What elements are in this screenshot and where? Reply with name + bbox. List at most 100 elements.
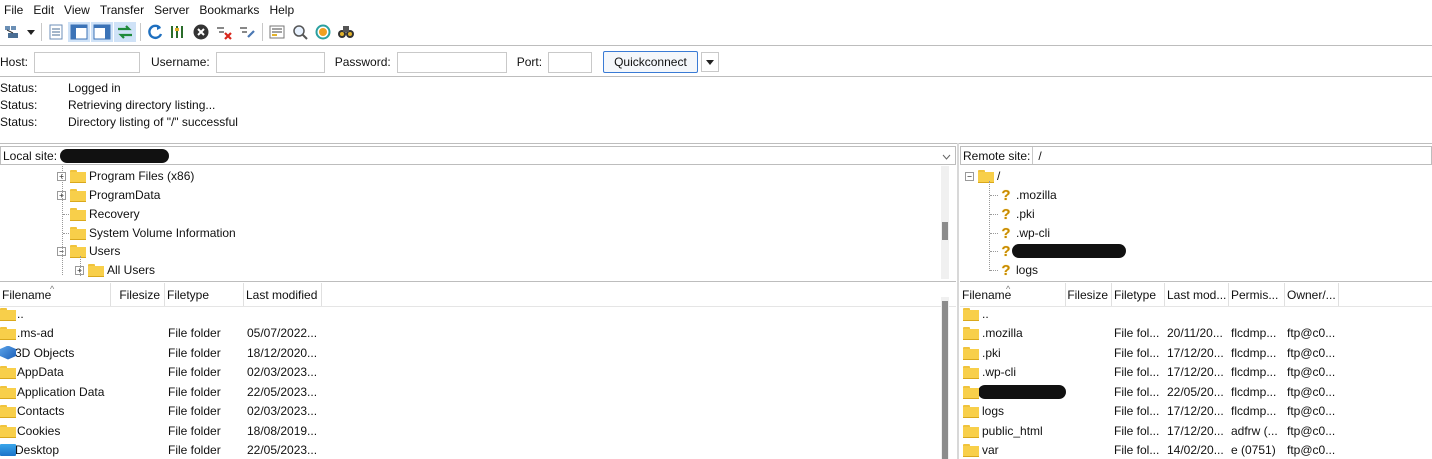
tree-item[interactable]: ? logs (998, 261, 1038, 279)
cell-owner: ftp@c0... (1287, 326, 1336, 340)
column-header-last-modified[interactable]: Last modified (244, 283, 322, 306)
table-row[interactable]: .wp-cli File fol... 17/12/20... flcdmp... ft… (960, 363, 1430, 382)
divider (960, 281, 1432, 282)
tree-item[interactable]: ? .mozilla (998, 186, 1056, 204)
cell-last-modified: 14/02/20... (1167, 443, 1224, 457)
menu-transfer[interactable]: Transfer (100, 3, 150, 17)
port-label: Port: (516, 55, 543, 69)
scrollbar-thumb[interactable] (942, 222, 948, 240)
expand-icon[interactable]: + (57, 190, 66, 200)
table-row[interactable]: .ms-ad File folder 05/07/2022... (0, 324, 940, 343)
table-row[interactable]: Contacts File folder 02/03/2023... (0, 402, 940, 421)
table-row[interactable]: .pki File fol... 17/12/20... flcdmp... ftp@c… (960, 343, 1430, 362)
sort-ascending-icon: ^ (50, 284, 55, 294)
table-row[interactable]: public_html File fol... 17/12/20... adfrw (… (960, 421, 1430, 440)
filename-text: Application Data (17, 384, 105, 399)
site-manager-icon[interactable] (2, 22, 24, 42)
column-header-permissions[interactable]: Permis... (1229, 283, 1285, 306)
desktop-icon (0, 444, 16, 456)
column-header-filename[interactable]: Filename ^ (0, 283, 111, 306)
tree-item[interactable]: − Users (57, 242, 120, 260)
table-row[interactable]: Cookies File folder 18/08/2019... (0, 421, 940, 440)
quickconnect-button[interactable]: Quickconnect (603, 51, 698, 73)
disconnect-icon[interactable] (213, 22, 235, 42)
column-header-filename[interactable]: Filename ^ (960, 283, 1066, 306)
cell-filetype: File fol... (1114, 384, 1160, 399)
tree-item[interactable]: + All Users (75, 261, 155, 279)
filename-text: var (982, 443, 999, 457)
dropdown-arrow-icon[interactable] (25, 22, 37, 42)
column-header-last-modified[interactable]: Last mod... (1165, 283, 1229, 306)
toggle-message-log-icon[interactable] (45, 22, 67, 42)
column-header-filetype[interactable]: Filetype (165, 283, 244, 306)
column-header-owner[interactable]: Owner/... (1285, 283, 1339, 306)
cell-filetype: File folder (168, 443, 221, 457)
tree-item[interactable]: System Volume Information (70, 224, 236, 242)
collapse-icon[interactable]: − (965, 171, 974, 181)
menu-edit[interactable]: Edit (33, 3, 60, 17)
table-row[interactable]: 3D Objects File folder 18/12/2020... (0, 343, 940, 362)
tree-item[interactable]: ? .pki (998, 205, 1034, 223)
table-row[interactable]: logs File fol... 17/12/20... flcdmp... ftp@c… (960, 402, 1430, 421)
toggle-transfer-queue-icon[interactable] (114, 22, 136, 42)
menu-help[interactable]: Help (269, 3, 300, 17)
cell-filetype: File folder (168, 326, 221, 340)
filename-text: 3D Objects (15, 345, 75, 360)
menu-file[interactable]: File (4, 3, 29, 17)
pane-splitter[interactable] (957, 143, 959, 459)
table-row[interactable]: .. (0, 304, 940, 323)
toggle-remote-tree-icon[interactable] (91, 22, 113, 42)
table-row[interactable]: AppData File folder 02/03/2023... (0, 363, 940, 382)
local-tree-scrollbar[interactable] (941, 166, 949, 279)
table-row[interactable]: Desktop File folder 22/05/2023... (0, 441, 940, 459)
chevron-down-icon[interactable] (939, 149, 953, 163)
menu-bookmarks[interactable]: Bookmarks (199, 3, 265, 17)
cell-filename: logs (960, 404, 1112, 418)
tree-item[interactable]: ? .wp-cli (998, 224, 1050, 242)
tree-item[interactable]: Recovery (70, 205, 140, 223)
compare-icon[interactable] (312, 22, 334, 42)
menu-server[interactable]: Server (154, 3, 195, 17)
column-header-filetype[interactable]: Filetype (1112, 283, 1165, 306)
column-header-filesize[interactable]: Filesize (111, 283, 165, 306)
cancel-icon[interactable] (190, 22, 212, 42)
filename-text: .ms-ad (17, 326, 54, 340)
search-icon[interactable] (289, 22, 311, 42)
tree-item[interactable]: ? (998, 242, 1126, 260)
table-row[interactable]: .. (960, 304, 1430, 323)
username-input[interactable] (215, 51, 325, 73)
cell-last-modified: 02/03/2023... (247, 404, 318, 418)
tree-item[interactable]: + ProgramData (57, 186, 160, 204)
tree-item-label: All Users (107, 263, 156, 277)
cell-filetype: File fol... (1114, 423, 1160, 438)
find-icon[interactable] (335, 22, 357, 42)
folder-icon (0, 385, 16, 399)
queue-icon[interactable] (266, 22, 288, 42)
password-input[interactable] (396, 51, 507, 73)
tree-guide (990, 195, 998, 196)
tree-item[interactable]: + Program Files (x86) (57, 167, 194, 185)
tree-item-label: Users (89, 244, 121, 258)
table-row[interactable]: .mozilla File fol... 20/11/20... flcdmp... f… (960, 324, 1430, 343)
table-row[interactable]: var File fol... 14/02/20... e (0751) ftp@c0.… (960, 441, 1430, 459)
collapse-icon[interactable]: − (57, 246, 66, 256)
table-row[interactable]: Application Data File folder 22/05/2023... (0, 382, 940, 401)
toggle-local-tree-icon[interactable] (68, 22, 90, 42)
host-input[interactable] (34, 51, 141, 73)
tree-item-root[interactable]: − / (965, 167, 1000, 185)
column-header-filesize[interactable]: Filesize (1066, 283, 1112, 306)
menu-view[interactable]: View (64, 3, 96, 17)
local-list-scrollbar[interactable] (941, 297, 949, 459)
refresh-icon[interactable] (144, 22, 166, 42)
redacted-path (60, 148, 170, 163)
remote-site-path[interactable]: / (1033, 149, 1041, 163)
expand-icon[interactable]: + (75, 265, 84, 275)
quickconnect-history-dropdown[interactable] (700, 52, 719, 72)
reconnect-icon[interactable] (236, 22, 258, 42)
cell-last-modified: 17/12/20... (1167, 423, 1224, 438)
table-row[interactable]: File fol... 22/05/20... flcdmp... ftp@c0... (960, 382, 1430, 401)
filter-icon[interactable] (167, 22, 189, 42)
port-input[interactable] (548, 51, 593, 73)
expand-icon[interactable]: + (57, 171, 66, 181)
scrollbar-thumb[interactable] (942, 301, 948, 459)
